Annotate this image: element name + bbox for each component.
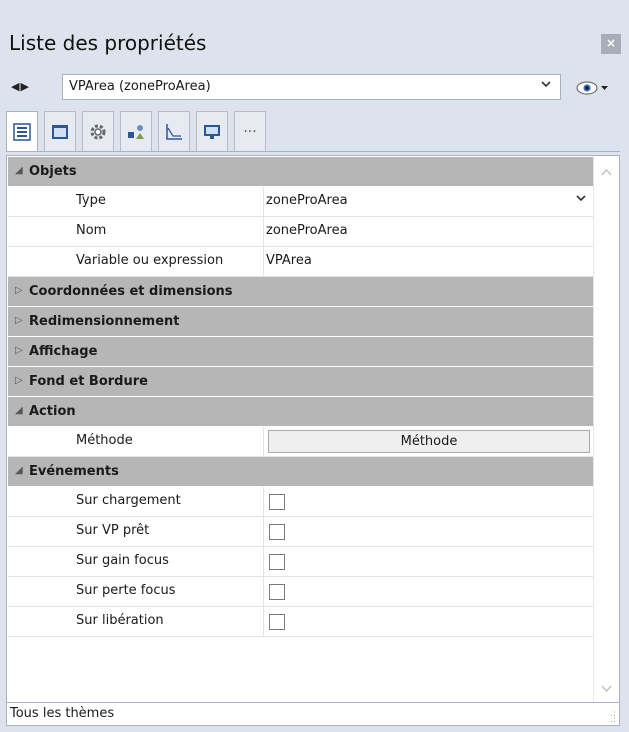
property-row-sur-gain-focus[interactable]: Sur gain focus	[8, 547, 596, 577]
toolbar-divider	[6, 151, 620, 152]
section-objets[interactable]: ◢ Objets	[8, 157, 596, 187]
collapse-triangle-icon: ◢	[15, 165, 23, 176]
checkbox-sur-liberation[interactable]	[269, 614, 285, 630]
gear-icon	[90, 124, 106, 139]
tab-shapes[interactable]	[120, 111, 152, 151]
property-row-sur-liberation[interactable]: Sur libération	[8, 607, 596, 637]
panel-title: Liste des propriétés	[9, 31, 207, 55]
eye-icon	[576, 81, 608, 95]
column-divider	[263, 577, 264, 607]
column-divider	[263, 487, 264, 517]
chevron-down-icon[interactable]	[575, 192, 587, 208]
section-coordonnees[interactable]: ▷ Coordonnées et dimensions	[8, 277, 596, 307]
tab-chart[interactable]	[158, 111, 190, 151]
property-name: Nom	[76, 223, 107, 238]
column-divider	[263, 547, 264, 577]
monitor-icon	[204, 124, 220, 139]
column-divider	[263, 217, 264, 247]
object-selector[interactable]: VPArea (zoneProArea)	[62, 74, 561, 100]
close-button[interactable]: ×	[601, 34, 621, 54]
chart-icon	[166, 123, 182, 140]
property-value-nom[interactable]: zoneProArea	[266, 223, 348, 238]
checkbox-sur-gain-focus[interactable]	[269, 554, 285, 570]
method-button[interactable]: Méthode	[268, 430, 590, 453]
section-evenements[interactable]: ◢ Evénements	[8, 457, 596, 487]
expand-triangle-icon: ▷	[15, 375, 23, 386]
section-label: Objets	[29, 164, 77, 179]
property-name: Sur chargement	[76, 493, 181, 508]
property-value-variable[interactable]: VPArea	[266, 253, 312, 268]
status-bar: Tous les thèmes .:.:	[6, 703, 620, 726]
expand-triangle-icon: ▷	[15, 345, 23, 356]
column-divider	[263, 517, 264, 547]
property-name: Sur perte focus	[76, 583, 176, 598]
collapse-triangle-icon: ◢	[15, 405, 23, 416]
property-name: Sur VP prêt	[76, 523, 150, 538]
column-divider	[263, 607, 264, 637]
column-divider	[263, 187, 264, 217]
chevron-down-icon	[540, 78, 552, 94]
property-name: Sur gain focus	[76, 553, 169, 568]
expand-triangle-icon: ▷	[15, 285, 23, 296]
window-icon	[52, 124, 68, 139]
collapse-triangle-icon: ◢	[15, 465, 23, 476]
column-divider	[263, 247, 264, 277]
property-row-sur-vp-pret[interactable]: Sur VP prêt	[8, 517, 596, 547]
property-value-type[interactable]: zoneProArea	[266, 193, 348, 208]
nav-arrows[interactable]: ◀▶	[11, 80, 30, 93]
property-name: Type	[76, 193, 106, 208]
tab-display[interactable]	[196, 111, 228, 151]
section-redimensionnement[interactable]: ▷ Redimensionnement	[8, 307, 596, 337]
property-grid: ◢ Objets Type zoneProArea Nom zoneProAre…	[6, 155, 620, 703]
checkbox-sur-chargement[interactable]	[269, 494, 285, 510]
section-label: Fond et Bordure	[29, 374, 148, 389]
tab-more[interactable]: ···	[234, 111, 266, 151]
column-divider	[263, 427, 264, 457]
section-label: Action	[29, 404, 76, 419]
expand-triangle-icon: ▷	[15, 315, 23, 326]
property-row-sur-perte-focus[interactable]: Sur perte focus	[8, 577, 596, 607]
section-affichage[interactable]: ▷ Affichage	[8, 337, 596, 367]
section-label: Evénements	[29, 464, 119, 479]
section-action[interactable]: ◢ Action	[8, 397, 596, 427]
object-selector-value: VPArea (zoneProArea)	[69, 79, 211, 94]
property-row-variable[interactable]: Variable ou expression VPArea	[8, 247, 596, 277]
checkbox-sur-vp-pret[interactable]	[269, 524, 285, 540]
tab-list[interactable]	[6, 111, 38, 151]
resize-grip-icon[interactable]: .:.:	[610, 710, 616, 725]
property-name: Sur libération	[76, 613, 164, 628]
tab-window[interactable]	[44, 111, 76, 151]
category-toolbar: ···	[6, 111, 620, 151]
scroll-up-icon[interactable]	[601, 166, 612, 179]
tab-settings[interactable]	[82, 111, 114, 151]
property-name: Variable ou expression	[76, 253, 224, 268]
checkbox-sur-perte-focus[interactable]	[269, 584, 285, 600]
property-row-nom[interactable]: Nom zoneProArea	[8, 217, 596, 247]
scroll-down-icon[interactable]	[601, 683, 612, 696]
section-fond-bordure[interactable]: ▷ Fond et Bordure	[8, 367, 596, 397]
section-label: Coordonnées et dimensions	[29, 284, 233, 299]
view-options-button[interactable]	[575, 77, 619, 99]
vertical-scrollbar[interactable]	[593, 156, 619, 702]
more-icon: ···	[243, 123, 257, 140]
property-row-type[interactable]: Type zoneProArea	[8, 187, 596, 217]
section-label: Redimensionnement	[29, 314, 180, 329]
section-label: Affichage	[29, 344, 98, 359]
property-row-sur-chargement[interactable]: Sur chargement	[8, 487, 596, 517]
property-row-methode[interactable]: Méthode Méthode	[8, 427, 596, 457]
list-icon	[13, 122, 31, 141]
property-name: Méthode	[76, 433, 133, 448]
shapes-icon	[128, 124, 144, 139]
status-text: Tous les thèmes	[10, 706, 115, 721]
